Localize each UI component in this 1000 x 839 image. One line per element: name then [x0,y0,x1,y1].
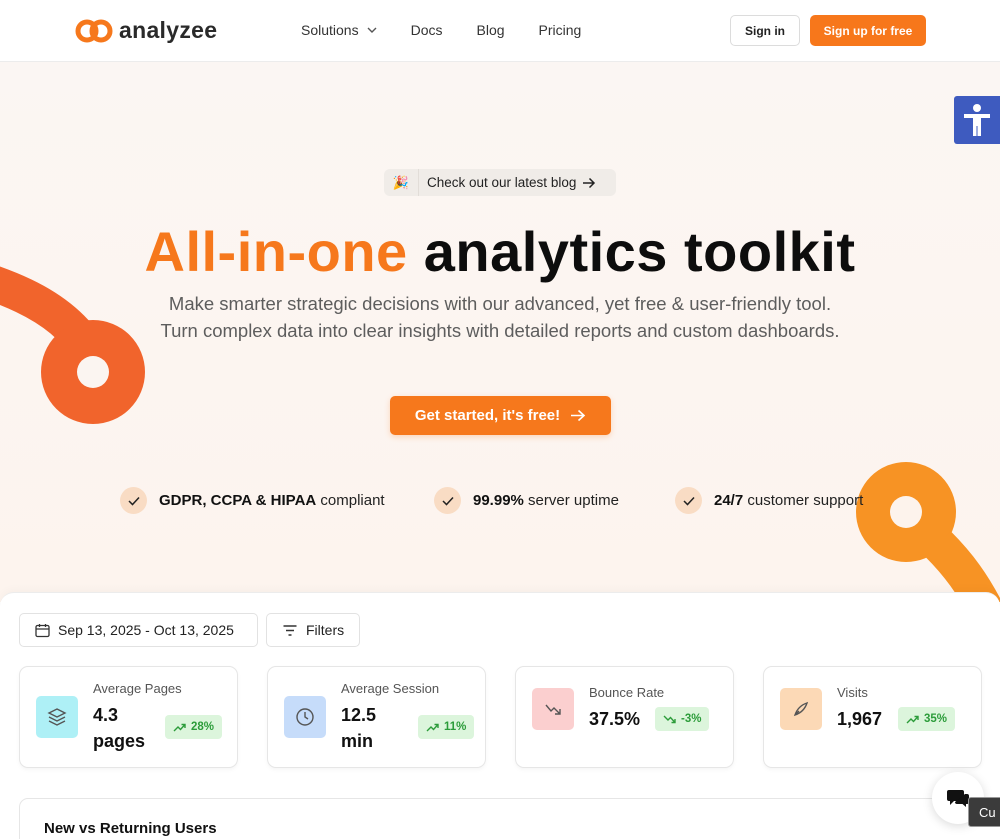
filter-icon [283,624,297,636]
trend-up-icon [173,723,186,731]
chat-tooltip: Cu [968,797,1000,827]
decorative-swirl-right [856,462,1000,602]
hero-subtitle: Make smarter strategic decisions with ou… [0,290,1000,344]
cta-label: Get started, it's free! [414,407,561,424]
date-range-picker[interactable]: Sep 13, 2025 - Oct 13, 2025 [19,613,258,647]
check-icon [120,487,147,514]
hero-headline: All-in-one analytics toolkit [0,220,1000,284]
card-label: Average Session [341,681,440,696]
feature-compliance-text: GDPR, CCPA & HIPAA compliant [159,492,385,509]
card-value: 1,967 [837,709,883,729]
arrow-right-icon [571,409,586,422]
change-badge: -3% [655,707,710,731]
card-value: 12.5 min [341,705,377,751]
subtitle-line-2: Turn complex data into clear insights wi… [160,320,840,341]
pill-text: Check out our latest blog [427,175,577,190]
card-label: Bounce Rate [589,685,665,700]
headline-rest: analytics toolkit [423,220,856,283]
bounce-arrow-icon [532,688,574,730]
card-value: 37.5% [589,709,641,729]
stat-card-average-session: Average Session 12.5 min 11% [267,666,486,768]
subtitle-line-1: Make smarter strategic decisions with ou… [168,293,832,314]
feature-support: 24/7 customer support [675,487,863,514]
chevron-down-icon [367,27,377,33]
nav-docs[interactable]: Docs [411,22,443,38]
logo[interactable]: analyzee [75,17,217,44]
new-vs-returning-card: New vs Returning Users [19,798,1000,839]
sign-up-button[interactable]: Sign up for free [810,15,926,46]
nav-solutions-label: Solutions [301,22,359,38]
calendar-icon [35,623,50,637]
stat-card-bounce-rate: Bounce Rate 37.5% -3% [515,666,734,768]
check-icon [675,487,702,514]
nav-pricing[interactable]: Pricing [539,22,582,38]
change-badge: 28% [165,715,223,739]
feature-uptime: 99.99% server uptime [434,487,619,514]
change-badge: 11% [418,715,475,739]
site-header: analyzee Solutions Docs Blog Pricing Sig… [0,0,1000,62]
arrow-right-icon [583,177,596,188]
users-card-title: New vs Returning Users [44,820,217,837]
stat-card-average-pages: Average Pages 4.3 pages 28% [19,666,238,768]
date-range-text: Sep 13, 2025 - Oct 13, 2025 [58,622,234,638]
accessibility-icon [964,104,990,136]
filters-label: Filters [306,622,345,638]
card-label: Visits [837,685,868,700]
nav-blog[interactable]: Blog [477,22,505,38]
main-nav: Solutions Docs Blog Pricing [301,22,581,38]
pill-divider [418,169,419,196]
logo-icon [75,19,113,42]
stat-card-visits: Visits 1,967 35% [763,666,982,768]
accessibility-button[interactable] [954,96,1000,144]
layers-icon [36,696,78,738]
get-started-button[interactable]: Get started, it's free! [390,396,611,435]
change-badge: 35% [898,707,956,731]
footprint-icon [780,688,822,730]
chat-icon [947,790,969,807]
sign-in-button[interactable]: Sign in [730,15,800,46]
card-label: Average Pages [93,681,182,696]
logo-text: analyzee [119,17,218,43]
filters-button[interactable]: Filters [266,613,360,647]
feature-list: GDPR, CCPA & HIPAA compliant 99.99% serv… [0,487,1000,517]
hero-section: 🎉 Check out our latest blog All-in-one a… [0,62,1000,602]
card-value: 4.3 pages [93,705,146,751]
feature-compliance: GDPR, CCPA & HIPAA compliant [120,487,385,514]
feature-uptime-text: 99.99% server uptime [473,492,619,509]
headline-accent: All-in-one [144,220,408,283]
latest-blog-pill[interactable]: 🎉 Check out our latest blog [384,169,616,196]
nav-solutions[interactable]: Solutions [301,22,377,38]
check-icon [434,487,461,514]
trend-up-icon [906,715,919,723]
feature-support-text: 24/7 customer support [714,492,864,509]
trend-down-icon [663,715,676,723]
trend-up-icon [426,723,439,731]
party-popper-icon: 🎉 [392,174,410,190]
clock-icon [284,696,326,738]
dashboard-preview: Sep 13, 2025 - Oct 13, 2025 Filters Aver… [0,592,1000,839]
